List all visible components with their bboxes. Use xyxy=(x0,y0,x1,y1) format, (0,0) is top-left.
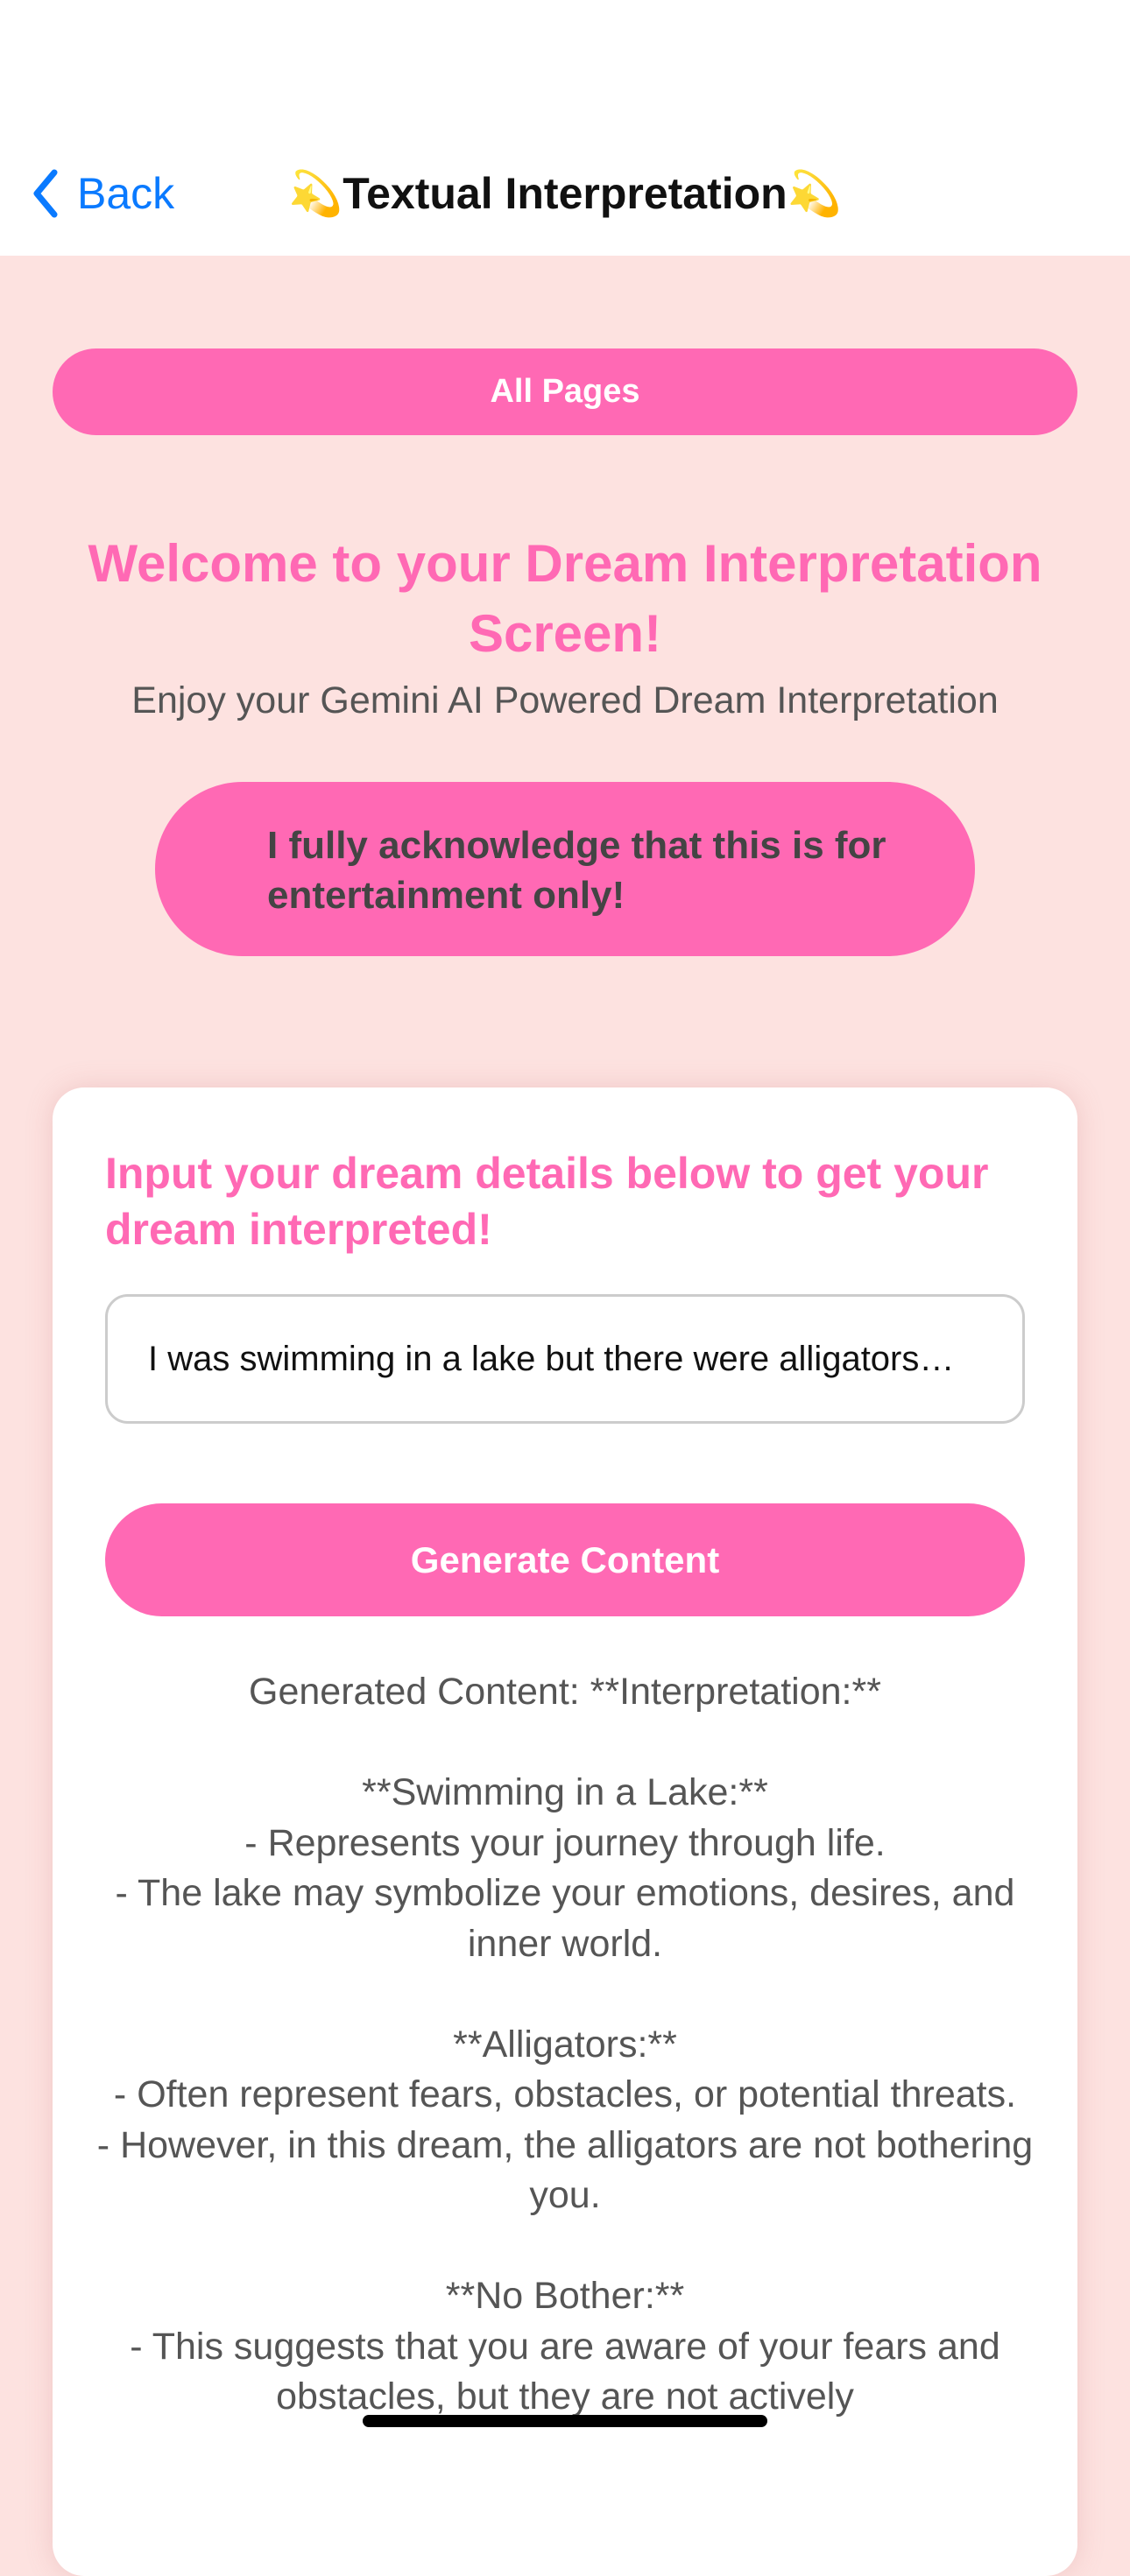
interpretation-card: Input your dream details below to get yo… xyxy=(53,1087,1077,2576)
page-title: 💫Textual Interpretation💫 xyxy=(288,169,842,218)
card-heading: Input your dream details below to get yo… xyxy=(105,1149,989,1254)
home-indicator[interactable] xyxy=(363,2415,767,2427)
navigation-bar: Back 💫Textual Interpretation💫 xyxy=(0,0,1130,256)
generated-content: Generated Content: **Interpretation:** *… xyxy=(96,1671,1034,2418)
dream-input[interactable] xyxy=(105,1294,1025,1424)
welcome-heading: Welcome to your Dream Interpretation Scr… xyxy=(88,534,1042,663)
acknowledge-button[interactable]: I fully acknowledge that this is for ent… xyxy=(155,782,975,956)
welcome-subtitle: Enjoy your Gemini AI Powered Dream Inter… xyxy=(131,679,999,721)
generate-content-button[interactable]: Generate Content xyxy=(105,1503,1025,1616)
all-pages-button[interactable]: All Pages xyxy=(53,348,1077,435)
